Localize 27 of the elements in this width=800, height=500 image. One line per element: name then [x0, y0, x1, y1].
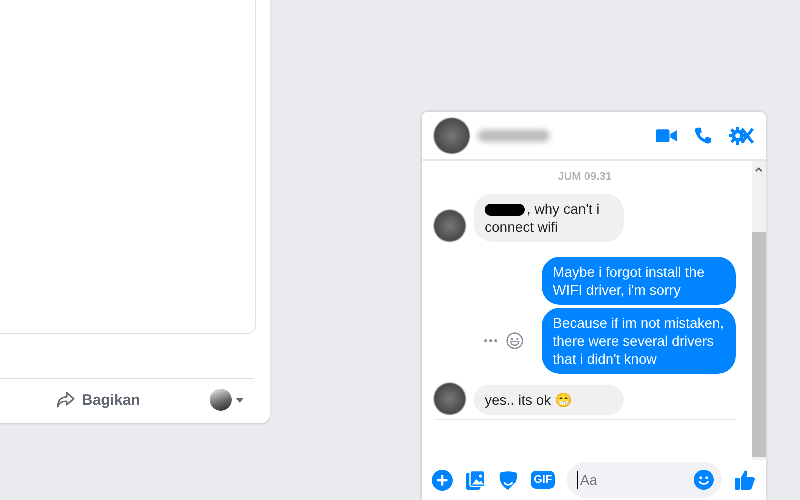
gif-button[interactable]: GIF: [531, 471, 556, 489]
thumbs-up-icon[interactable]: [734, 469, 756, 491]
scroll-up-icon[interactable]: [755, 167, 763, 172]
photo-icon[interactable]: [465, 470, 486, 490]
video-call-icon[interactable]: [656, 126, 678, 144]
contact-avatar: [434, 210, 466, 242]
received-message: yes.. its ok 😁: [474, 385, 624, 415]
sticker-icon[interactable]: [498, 470, 519, 490]
message-input[interactable]: Aa: [578, 471, 694, 489]
more-icon[interactable]: [484, 339, 498, 343]
settings-close-icon[interactable]: [728, 126, 754, 146]
sent-message: Because if im not mistaken, there were several drivers that i didn't know: [542, 308, 736, 374]
caret-icon[interactable]: [236, 398, 244, 402]
contact-avatar: [434, 118, 470, 154]
message-field[interactable]: Aa: [567, 462, 722, 498]
share-button[interactable]: Bagikan: [54, 387, 142, 413]
reaction-smiley-icon[interactable]: [506, 332, 524, 350]
received-message: , why can't i connect wifi: [474, 194, 624, 242]
share-arrow-icon: [56, 391, 76, 409]
timestamp: JUM 09.31: [557, 171, 613, 183]
emoji-icon[interactable]: [694, 470, 714, 490]
scrollbar-thumb[interactable]: [752, 232, 766, 457]
contact-avatar: [434, 383, 466, 415]
plus-icon[interactable]: [432, 470, 453, 490]
sent-message: Maybe i forgot install the WIFI driver, i'm sorry: [542, 257, 736, 305]
blurred-name: [478, 130, 550, 142]
profile-selector[interactable]: [210, 389, 244, 411]
